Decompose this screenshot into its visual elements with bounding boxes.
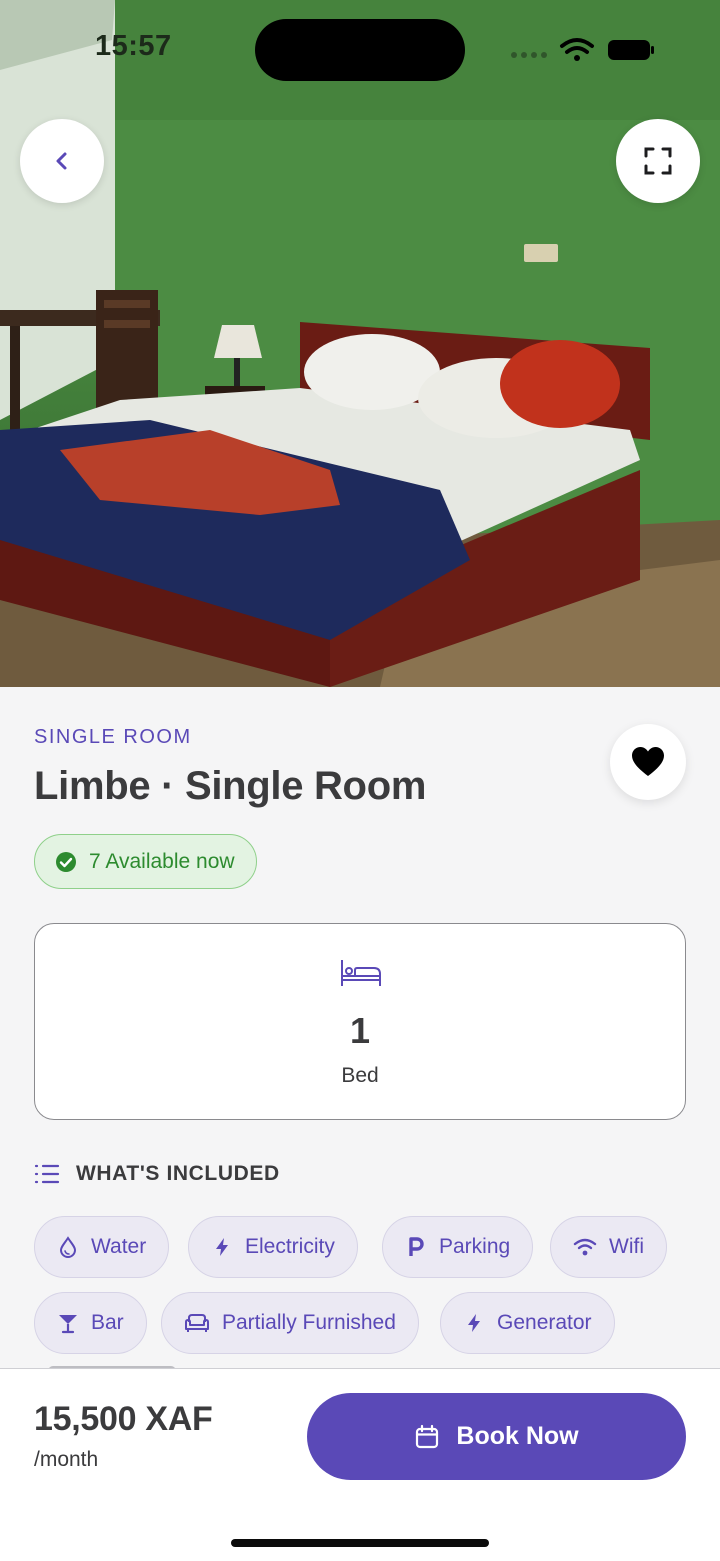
included-title: WHAT'S INCLUDED <box>76 1162 280 1185</box>
lightning-icon <box>216 1238 228 1256</box>
water-drop-icon <box>59 1236 77 1258</box>
list-icon <box>34 1164 60 1184</box>
amenity-chip-wifi: Wifi <box>550 1216 667 1278</box>
price: 15,500 XAF <box>34 1400 213 1438</box>
page-title: Limbe · Single Room <box>34 764 427 808</box>
availability-text: 7 Available now <box>89 849 235 873</box>
battery-icon <box>608 40 654 60</box>
amenity-chip-water: Water <box>34 1216 170 1278</box>
price-period: /month <box>34 1448 99 1471</box>
amenity-label: Wifi <box>609 1235 644 1258</box>
heart-icon <box>632 747 664 776</box>
home-indicator[interactable] <box>231 1539 489 1547</box>
fullscreen-button[interactable] <box>616 119 700 203</box>
amenity-label: Partially Furnished <box>222 1311 396 1334</box>
dynamic-island <box>255 19 465 81</box>
bedroom-photo <box>0 0 720 687</box>
room-type-label: SINGLE ROOM <box>34 726 192 748</box>
chevron-left-icon <box>56 152 67 170</box>
cocktail-icon <box>59 1315 77 1334</box>
book-now-label: Book Now <box>456 1422 579 1450</box>
room-photo: 15:57 <box>0 0 720 687</box>
amenity-chip-bar: Bar <box>34 1292 147 1354</box>
status-icons <box>511 38 654 61</box>
amenity-label: Bar <box>91 1311 124 1334</box>
amenity-chip-generator: Generator <box>440 1292 615 1354</box>
amenity-chip-electricity: Electricity <box>188 1216 358 1278</box>
check-circle-icon <box>56 851 76 872</box>
back-button[interactable] <box>20 119 104 203</box>
amenity-label: Generator <box>497 1311 592 1334</box>
sofa-icon <box>185 1314 209 1332</box>
included-header: WHAT'S INCLUDED <box>34 1162 280 1186</box>
parking-icon <box>409 1237 424 1256</box>
wifi-icon <box>573 1238 597 1256</box>
amenity-label: Electricity <box>245 1235 335 1258</box>
wifi-status-icon <box>560 38 594 61</box>
amenity-label: Parking <box>439 1235 511 1258</box>
status-time: 15:57 <box>95 30 172 62</box>
amenity-chip-parking: Parking <box>382 1216 534 1278</box>
lightning-icon <box>468 1314 480 1332</box>
bed-icon <box>341 960 381 986</box>
book-now-button[interactable]: Book Now <box>307 1393 686 1480</box>
availability-badge: 7 Available now <box>34 834 257 889</box>
signal-icon <box>511 52 547 58</box>
bed-label: Bed <box>341 1064 379 1087</box>
bed-count: 1 <box>349 1010 371 1051</box>
amenity-chip-furnished: Partially Furnished <box>161 1292 419 1354</box>
amenity-label: Water <box>91 1235 147 1258</box>
expand-icon <box>644 147 672 175</box>
favorite-button[interactable] <box>610 724 686 800</box>
calendar-icon <box>416 1424 439 1448</box>
